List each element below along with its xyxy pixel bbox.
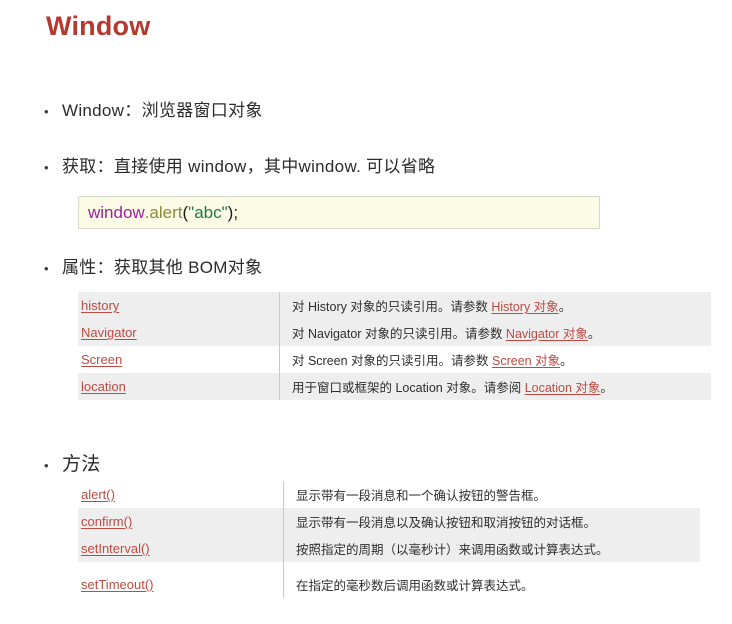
bullet-window-definition-label: Window： (62, 101, 142, 120)
bullet-window-definition: • Window：浏览器窗口对象 (44, 96, 263, 121)
property-desc-link[interactable]: Navigator 对象 (506, 327, 588, 341)
property-link-navigator[interactable]: Navigator (81, 325, 137, 340)
property-link-location[interactable]: location (81, 379, 126, 394)
bullet-dot-icon: • (44, 160, 49, 175)
table-row: history 对 History 对象的只读引用。请参数 History 对象… (78, 292, 711, 319)
code-token-method: .alert (144, 202, 183, 222)
method-desc-cell: 在指定的毫秒数后调用函数或计算表达式。 (296, 579, 534, 593)
code-snippet-block: window .alert("abc"); (78, 196, 600, 229)
table-row: location 用于窗口或框架的 Location 对象。请参阅 Locati… (78, 373, 711, 400)
property-desc-link[interactable]: Screen 对象 (492, 354, 560, 368)
bullet-dot-icon: • (44, 458, 49, 473)
bullet-properties-text: 属性：获取其他 BOM对象 (62, 253, 262, 278)
code-token-string: "abc" (188, 202, 228, 222)
property-desc-cell: 用于窗口或框架的 Location 对象。请参阅 Location 对象。 (280, 373, 711, 400)
table-row: alert() 显示带有一段消息和一个确认按钮的警告框。 (78, 481, 700, 508)
property-name-cell: location (78, 373, 279, 400)
property-name-cell: history (78, 292, 279, 319)
properties-table: history 对 History 对象的只读引用。请参数 History 对象… (78, 292, 711, 400)
method-name-cell: setTimeout() (78, 571, 283, 598)
property-desc-suffix: 。 (560, 354, 573, 368)
properties-table-body: history 对 History 对象的只读引用。请参数 History 对象… (78, 292, 711, 400)
property-desc-suffix: 。 (587, 327, 601, 341)
bullet-dot-icon: • (44, 261, 49, 276)
methods-table-body: alert() 显示带有一段消息和一个确认按钮的警告框。 confirm() 显… (78, 481, 700, 598)
property-desc-suffix: 。 (558, 300, 572, 314)
property-desc-suffix: 。 (600, 381, 613, 395)
property-name-cell: Navigator (78, 319, 279, 346)
property-link-screen[interactable]: Screen (81, 352, 122, 367)
method-name-cell: confirm() (78, 508, 283, 535)
bullet-dot-icon: • (44, 104, 49, 119)
table-row: confirm() 显示带有一段消息以及确认按钮和取消按钮的对话框。 (78, 508, 700, 535)
spacer-cell (284, 562, 700, 571)
bullet-properties-body: 获取其他 BOM对象 (113, 258, 263, 277)
property-desc-prefix: 用于窗口或框架的 Location 对象。请参阅 (292, 381, 525, 395)
code-token-object: window (88, 202, 145, 222)
method-desc-cell: 按照指定的周期（以毫秒计）来调用函数或计算表达式。 (284, 535, 700, 562)
method-link-confirm[interactable]: confirm() (81, 514, 132, 529)
code-token-semicolon: ; (233, 202, 239, 222)
bullet-get-label: 获取： (62, 157, 114, 176)
table-row: setInterval() 按照指定的周期（以毫秒计）来调用函数或计算表达式。 (78, 535, 700, 562)
bullet-window-definition-body: 浏览器窗口对象 (141, 101, 263, 120)
method-link-alert[interactable]: alert() (81, 487, 115, 502)
bullet-get: • 获取：直接使用 window，其中window. 可以省略 (44, 152, 435, 177)
table-row: setTimeout() 在指定的毫秒数后调用函数或计算表达式。 (78, 571, 700, 598)
page-title: Window (46, 11, 151, 41)
method-desc-cell: 显示带有一段消息以及确认按钮和取消按钮的对话框。 (284, 508, 700, 535)
property-desc-prefix: 对 History 对象的只读引用。请参数 (292, 300, 492, 314)
method-desc-cell: 显示带有一段消息和一个确认按钮的警告框。 (296, 489, 547, 503)
property-link-history[interactable]: history (81, 298, 119, 313)
table-row: Navigator 对 Navigator 对象的只读引用。请参数 Naviga… (78, 319, 711, 346)
spacer-cell (78, 562, 283, 571)
method-link-settimeout[interactable]: setTimeout() (81, 577, 153, 592)
method-name-cell: alert() (78, 481, 283, 508)
method-name-cell: setInterval() (78, 535, 283, 562)
bullet-window-definition-text: Window：浏览器窗口对象 (62, 96, 263, 121)
method-link-setinterval[interactable]: setInterval() (81, 541, 150, 556)
methods-table: alert() 显示带有一段消息和一个确认按钮的警告框。 confirm() 显… (78, 481, 700, 598)
bullet-properties: • 属性：获取其他 BOM对象 (44, 253, 262, 278)
bullet-get-body: 直接使用 window，其中window. 可以省略 (113, 157, 436, 176)
property-desc-link[interactable]: History 对象 (491, 300, 558, 314)
bullet-properties-label: 属性： (62, 258, 114, 277)
table-row: Screen 对 Screen 对象的只读引用。请参数 Screen 对象。 (78, 346, 711, 373)
property-desc-link[interactable]: Location 对象 (525, 381, 601, 395)
property-name-cell: Screen (78, 346, 279, 373)
bullet-methods: • 方法 (44, 449, 101, 476)
property-desc-prefix: 对 Screen 对象的只读引用。请参数 (292, 354, 493, 368)
property-desc-cell: 对 Screen 对象的只读引用。请参数 Screen 对象。 (280, 346, 711, 373)
property-desc-cell: 对 History 对象的只读引用。请参数 History 对象。 (280, 292, 711, 319)
bullet-get-text: 获取：直接使用 window，其中window. 可以省略 (62, 152, 435, 177)
table-row-spacer (78, 562, 700, 571)
bullet-methods-text: 方法 (62, 454, 101, 475)
property-desc-cell: 对 Navigator 对象的只读引用。请参数 Navigator 对象。 (280, 319, 711, 346)
property-desc-prefix: 对 Navigator 对象的只读引用。请参数 (292, 327, 506, 341)
